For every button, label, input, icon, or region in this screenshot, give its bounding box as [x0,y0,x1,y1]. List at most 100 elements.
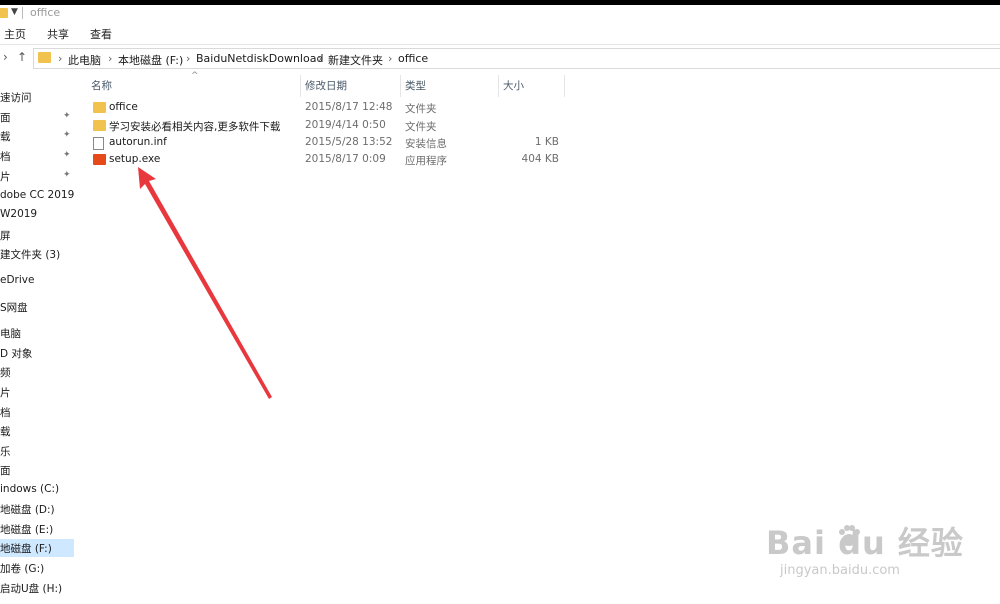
sidebar-item-label: D 对象 [0,348,33,360]
sidebar-item-videos[interactable]: 频 [0,363,77,381]
pin-icon: ✦ [63,170,71,180]
sidebar-item-label: 地磁盘 (D:) [0,504,55,516]
file-type: 文件夹 [405,103,437,115]
sidebar-item-label: 片 [0,171,11,183]
sidebar-item-onedrive[interactable]: eDrive [0,272,77,290]
file-type: 安装信息 [405,138,447,150]
navigation-pane: 速访问 面✦ 载✦ 档✦ 片✦ dobe CC 2019 W W2019 屏 建… [0,71,78,604]
sidebar-item-label: 频 [0,367,11,379]
setup-info-icon [93,137,104,150]
sidebar-item-wps-cloud[interactable]: S网盘 [0,298,77,316]
sidebar-item-label: 面 [0,465,11,477]
title-bar: ▼ office [0,5,1000,22]
file-date: 2015/5/28 13:52 [305,136,393,148]
sidebar-item-adobe-cc[interactable]: dobe CC 2019 W [0,187,77,205]
column-header-label: 大小 [503,80,524,92]
breadcrumb-chevron-icon[interactable]: › [58,52,62,65]
ribbon-tabs: 主页 共享 查看 [0,22,1000,45]
sidebar-item-documents-pc[interactable]: 档 [0,403,77,421]
sidebar-item-this-pc[interactable]: 电脑 [0,324,77,342]
sidebar-item-pictures[interactable]: 片 ✦ [0,167,77,185]
sidebar-item-drive-g[interactable]: 加卷 (G:) [0,559,77,577]
file-name: 学习安装必看相关内容,更多软件下载 [109,121,281,133]
sidebar-item-documents[interactable]: 档 ✦ [0,147,77,165]
pin-icon: ✦ [63,150,71,160]
file-type: 文件夹 [405,121,437,133]
sidebar-item-label: 面 [0,112,11,124]
sidebar-item-label: 建文件夹 (3) [0,249,61,261]
sidebar-item-drive-c[interactable]: indows (C:) [0,481,77,499]
tab-home[interactable]: 主页 [4,26,26,42]
baidu-watermark: Bai du 经验 [766,524,964,562]
pin-icon: ✦ [63,111,71,121]
folder-icon [38,52,51,63]
file-row-autorun[interactable]: autorun.inf 2015/5/28 13:52 安装信息 1 KB [87,135,577,152]
sidebar-item-downloads[interactable]: 载 ✦ [0,127,77,145]
sidebar-item-label: 屏 [0,230,11,242]
sidebar-item-label: 电脑 [0,328,21,340]
breadcrumb-chevron-icon[interactable]: › [108,52,112,65]
file-size: 404 KB [521,153,559,165]
sidebar-item-label: 地磁盘 (F:) [0,543,52,555]
sidebar-item-label: 加卷 (G:) [0,563,45,575]
breadcrumb-new-folder[interactable]: 新建文件夹 [328,52,383,68]
breadcrumb-this-pc[interactable]: 此电脑 [68,52,101,68]
breadcrumb-chevron-icon[interactable]: › [186,52,190,65]
column-header-type[interactable]: 类型 [401,75,499,97]
sidebar-item-drive-f[interactable]: 地磁盘 (F:) [0,539,74,557]
folder-icon [0,8,8,18]
sidebar-item-drive-d[interactable]: 地磁盘 (D:) [0,500,77,518]
sidebar-item-label: 档 [0,407,11,419]
sidebar-item-label: 乐 [0,446,11,458]
address-bar[interactable]: › 此电脑 › 本地磁盘 (F:) › BaiduNetdiskDownload… [33,48,1000,69]
title-separator [22,7,23,19]
navigation-row: › ↑ › 此电脑 › 本地磁盘 (F:) › BaiduNetdiskDown… [0,45,1000,71]
column-header-label: 修改日期 [305,80,347,92]
forward-chevron-icon[interactable]: › [3,50,8,64]
file-row-learning-folder[interactable]: 学习安装必看相关内容,更多软件下载 2019/4/14 0:50 文件夹 [87,118,577,135]
sidebar-item-label: 载 [0,131,11,143]
window-title: office [30,6,61,19]
column-divider[interactable] [564,75,565,97]
breadcrumb-office[interactable]: office [398,52,428,65]
column-header-label: 类型 [405,80,426,92]
file-row-office-folder[interactable]: office 2015/8/17 12:48 文件夹 [87,100,577,117]
breadcrumb-drive-f[interactable]: 本地磁盘 (F:) [118,52,183,68]
sidebar-item-screen[interactable]: 屏 [0,226,77,244]
sidebar-item-label: 片 [0,387,11,399]
sidebar-item-desktop-pc[interactable]: 面 [0,461,77,479]
column-header-name[interactable]: 名称 [77,75,301,97]
sidebar-item-drive-h[interactable]: 启动U盘 (H:) [0,579,77,597]
breadcrumb-baidunetdiskdownload[interactable]: BaiduNetdiskDownload [196,52,323,65]
red-annotation-arrow [138,167,272,399]
sidebar-item-label: dobe CC 2019 W [0,189,77,201]
sidebar-item-label: 档 [0,151,11,163]
file-date: 2015/8/17 12:48 [305,101,393,113]
breadcrumb-chevron-icon[interactable]: › [388,52,392,65]
sidebar-item-downloads-pc[interactable]: 载 [0,422,77,440]
sidebar-item-3d-objects[interactable]: D 对象 [0,344,77,362]
sidebar-item-label: 速访问 [0,92,32,104]
office-app-icon [93,154,106,165]
column-header-label: 名称 [91,80,112,92]
column-header-size[interactable]: 大小 [499,75,565,97]
tab-share[interactable]: 共享 [47,26,69,42]
breadcrumb-chevron-icon[interactable]: › [318,52,322,65]
column-header-date[interactable]: 修改日期 [301,75,401,97]
sidebar-item-new-folder-3[interactable]: 建文件夹 (3) [0,245,77,263]
quick-access-dropdown-icon[interactable]: ▼ [11,7,18,17]
arrow-shape [138,167,272,399]
file-size: 1 KB [534,136,559,148]
sidebar-item-pictures-pc[interactable]: 片 [0,383,77,401]
up-arrow-icon[interactable]: ↑ [17,50,27,64]
sidebar-item-label: S网盘 [0,302,28,314]
sidebar-item-label: eDrive [0,274,35,286]
tab-view[interactable]: 查看 [90,26,112,42]
sidebar-item-desktop[interactable]: 面 ✦ [0,108,77,126]
sidebar-item-w2019[interactable]: W2019 [0,206,77,224]
sidebar-item-drive-e[interactable]: 地磁盘 (E:) [0,520,77,538]
sidebar-item-music[interactable]: 乐 [0,442,77,460]
file-date: 2019/4/14 0:50 [305,119,386,131]
file-name: office [109,101,138,113]
sidebar-item-quick-access[interactable]: 速访问 [0,88,77,106]
